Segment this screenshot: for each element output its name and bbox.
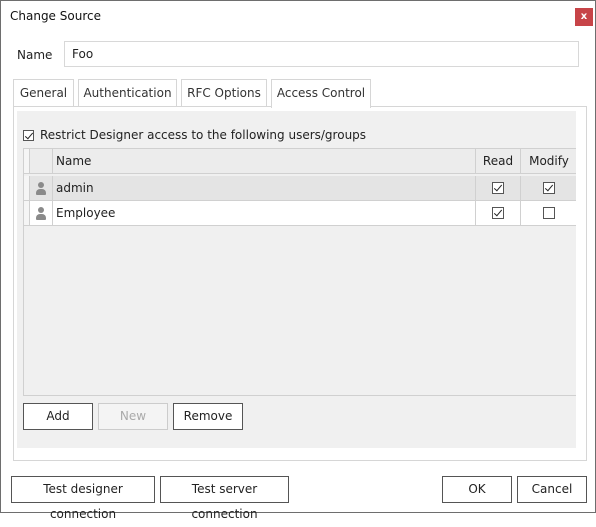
read-cell (476, 201, 521, 225)
modify-checkbox[interactable] (543, 206, 555, 219)
column-header-modify[interactable]: Modify (521, 149, 576, 173)
column-header-name[interactable]: Name (53, 149, 476, 173)
user-icon (36, 207, 46, 220)
user-name: Employee (53, 201, 476, 225)
tab-access-control[interactable]: Access Control (271, 79, 371, 108)
test-designer-connection-button[interactable]: Test designer connection (11, 476, 155, 521)
remove-button[interactable]: Remove (173, 403, 243, 430)
users-grid: Name Read Modify admin Employee (23, 148, 576, 396)
icon-column-header (30, 149, 53, 173)
tab-rfc-options[interactable]: RFC Options (181, 79, 267, 106)
name-label: Name (17, 48, 53, 62)
user-icon-cell (30, 201, 53, 225)
restrict-access-label: Restrict Designer access to the followin… (40, 128, 367, 142)
read-checkbox[interactable] (492, 181, 504, 194)
add-button[interactable]: Add (23, 403, 93, 430)
restrict-checkbox-box[interactable] (23, 129, 34, 141)
modify-checkbox[interactable] (543, 181, 555, 194)
ok-button[interactable]: OK (442, 476, 512, 503)
user-icon-cell (30, 176, 53, 200)
read-cell (476, 176, 521, 200)
table-row[interactable]: admin (24, 176, 576, 201)
new-button[interactable]: New (98, 403, 168, 430)
tab-authentication[interactable]: Authentication (78, 79, 177, 106)
grid-header: Name Read Modify (24, 149, 576, 174)
close-icon: x (580, 11, 588, 22)
user-name: admin (53, 176, 476, 200)
close-button[interactable]: x (575, 8, 593, 26)
user-icon (36, 182, 46, 195)
dialog-title: Change Source (10, 9, 101, 23)
name-input[interactable]: Foo (64, 41, 579, 67)
cancel-button[interactable]: Cancel (517, 476, 587, 503)
modify-cell (521, 201, 576, 225)
column-header-read[interactable]: Read (476, 149, 521, 173)
restrict-access-checkbox[interactable]: Restrict Designer access to the followin… (23, 128, 366, 142)
change-source-dialog: Change Source x Name Foo General Authent… (0, 0, 596, 521)
read-checkbox[interactable] (492, 206, 504, 219)
test-server-connection-button[interactable]: Test server connection (160, 476, 289, 521)
table-row[interactable]: Employee (24, 201, 576, 226)
modify-cell (521, 176, 576, 200)
tab-general[interactable]: General (13, 79, 74, 106)
